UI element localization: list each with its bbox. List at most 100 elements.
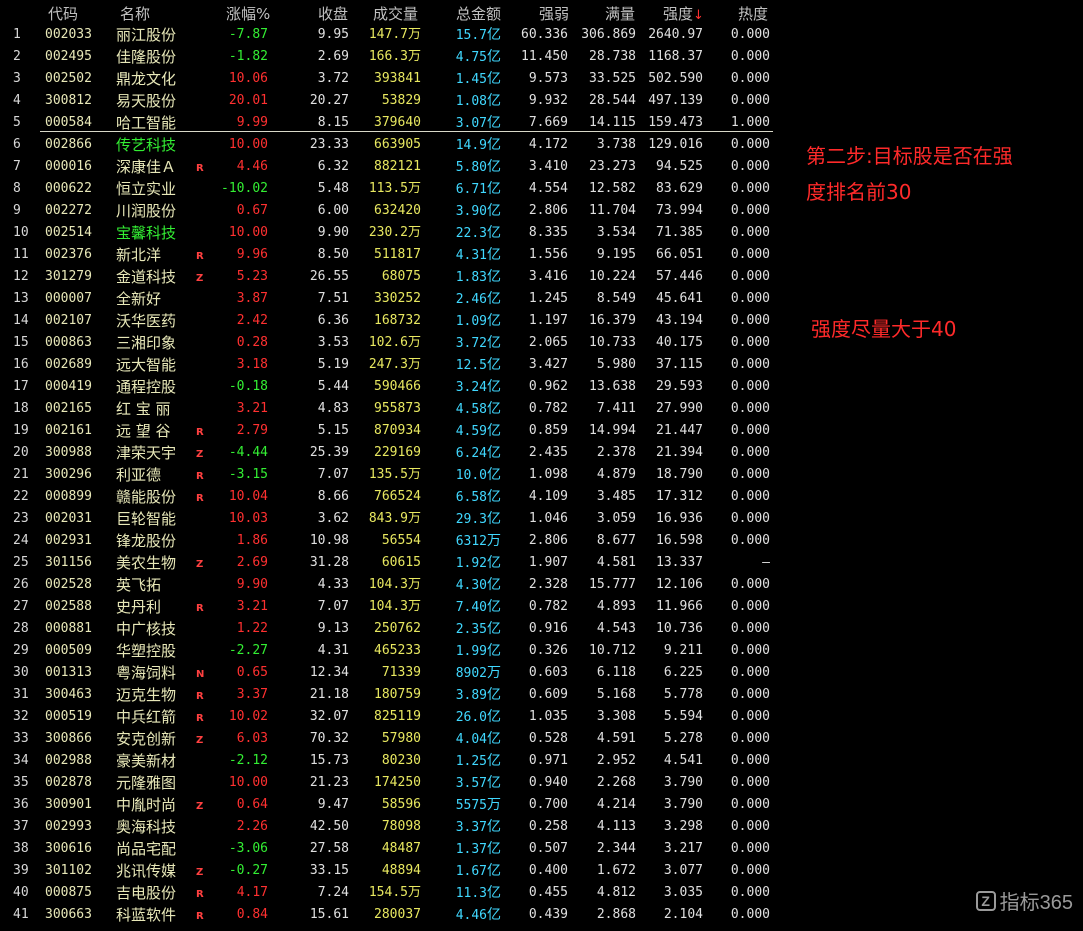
stock-tag-badge: Z bbox=[196, 559, 204, 570]
annotation-step2-line1: 第二步:目标股是否在强 bbox=[806, 144, 1013, 168]
full-volume-value: 9.195 bbox=[596, 247, 636, 262]
amount-value: 1.99 bbox=[455, 644, 487, 659]
volume-unit: 万 bbox=[407, 225, 421, 240]
column-header-name[interactable]: 名称 bbox=[120, 3, 150, 24]
table-row[interactable]: 35 002878 元隆雅图 10.00 21.23 174250 3.57亿 0.940 2.… bbox=[0, 772, 780, 794]
table-row[interactable]: 32 000519 中兵红箭 R 10.02 32.07 825119 26.0亿 1.035 3… bbox=[0, 706, 780, 728]
strength-value: 1168.37 bbox=[648, 49, 703, 64]
amount-unit: 亿 bbox=[487, 335, 501, 351]
strength-weak-value: 9.932 bbox=[528, 93, 568, 108]
table-row[interactable]: 6 002866 传艺科技 10.00 23.33 663905 14.9亿 4.172 3.7… bbox=[0, 134, 780, 156]
table-row[interactable]: 13 000007 全新好 3.87 7.51 330252 2.46亿 1.245 8.549… bbox=[0, 288, 780, 310]
full-volume-value: 28.544 bbox=[589, 93, 636, 108]
table-row[interactable]: 34 002988 豪美新材 -2.12 15.73 80230 1.25亿 0.971 2.9… bbox=[0, 750, 780, 772]
table-row[interactable]: 37 002993 奥海科技 2.26 42.50 78098 3.37亿 0.258 4.11… bbox=[0, 816, 780, 838]
table-row[interactable]: 22 000899 赣能股份 R 10.04 8.66 766524 6.58亿 4.109 3.… bbox=[0, 486, 780, 508]
amount-value: 14.9 bbox=[455, 138, 487, 153]
change-pct: -1.82 bbox=[228, 49, 268, 64]
table-row[interactable]: 39 301102 兆讯传媒 Z -0.27 33.15 48894 1.67亿 0.400 1.… bbox=[0, 860, 780, 882]
row-index: 16 bbox=[13, 357, 29, 372]
table-row[interactable]: 20 300988 津荣天宇 Z -4.44 25.39 229169 6.24亿 2.435 2… bbox=[0, 442, 780, 464]
table-row[interactable]: 10 002514 宝馨科技 10.00 9.90 230.2万 22.3亿 8.335 3.5… bbox=[0, 222, 780, 244]
column-header-amount[interactable]: 总金额 bbox=[456, 3, 501, 24]
table-row[interactable]: 17 000419 通程控股 -0.18 5.44 590466 3.24亿 0.962 13.… bbox=[0, 376, 780, 398]
table-row[interactable]: 25 301156 美农生物 Z 2.69 31.28 60615 1.92亿 1.907 4.5… bbox=[0, 552, 780, 574]
table-row[interactable]: 33 300866 安克创新 Z 6.03 70.32 57980 4.04亿 0.528 4.5… bbox=[0, 728, 780, 750]
heat-value: 0.000 bbox=[730, 863, 770, 878]
table-row[interactable]: 29 000509 华塑控股 -2.27 4.31 465233 1.99亿 0.326 10.… bbox=[0, 640, 780, 662]
volume-value: 955873 bbox=[374, 401, 421, 416]
amount: 3.24亿 bbox=[456, 376, 501, 399]
strength-value: 43.194 bbox=[656, 313, 703, 328]
strength-value: 3.298 bbox=[663, 819, 703, 834]
strength-weak-value: 3.427 bbox=[528, 357, 568, 372]
column-header-strength-weak[interactable]: 强弱 bbox=[539, 3, 569, 24]
amount: 4.59亿 bbox=[456, 420, 501, 443]
table-row[interactable]: 3 002502 鼎龙文化 10.06 3.72 393841 1.45亿 9.573 33.5… bbox=[0, 68, 780, 90]
table-row[interactable]: 41 300663 科蓝软件 R 0.84 15.61 280037 4.46亿 0.439 2.… bbox=[0, 904, 780, 926]
stock-tag-badge: Z bbox=[196, 867, 204, 878]
amount-unit: 亿 bbox=[487, 93, 501, 109]
table-row[interactable]: 21 300296 利亚德 R -3.15 7.07 135.5万 10.0亿 1.098 4.8… bbox=[0, 464, 780, 486]
table-row[interactable]: 36 300901 中胤时尚 Z 0.64 9.47 58596 5575万 0.700 4.21… bbox=[0, 794, 780, 816]
column-header-change-pct[interactable]: 涨幅% bbox=[226, 3, 270, 24]
change-pct: 3.87 bbox=[236, 291, 268, 306]
strength-weak-value: 9.573 bbox=[528, 71, 568, 86]
table-row[interactable]: 26 002528 英飞拓 9.90 4.33 104.3万 4.30亿 2.328 15.77… bbox=[0, 574, 780, 596]
table-row[interactable]: 7 000016 深康佳Ａ R 4.46 6.32 882121 5.80亿 3.410 23.2… bbox=[0, 156, 780, 178]
table-row[interactable]: 11 002376 新北洋 R 9.96 8.50 511817 4.31亿 1.556 9.19… bbox=[0, 244, 780, 266]
table-row[interactable]: 31 300463 迈克生物 R 3.37 21.18 180759 3.89亿 0.609 5.… bbox=[0, 684, 780, 706]
row-index: 26 bbox=[13, 577, 29, 592]
table-row[interactable]: 14 002107 沃华医药 2.42 6.36 168732 1.09亿 1.197 16.3… bbox=[0, 310, 780, 332]
volume-value: 766524 bbox=[374, 489, 421, 504]
amount: 26.0亿 bbox=[456, 706, 501, 729]
strength-weak-value: 1.907 bbox=[528, 555, 568, 570]
volume-unit: 万 bbox=[407, 467, 421, 482]
table-row[interactable]: 9 002272 川润股份 0.67 6.00 632420 3.90亿 2.806 11.70… bbox=[0, 200, 780, 222]
table-row[interactable]: 2 002495 佳隆股份 -1.82 2.69 166.3万 4.75亿 11.450 28.… bbox=[0, 46, 780, 68]
change-pct: -2.12 bbox=[228, 753, 268, 768]
stock-name: 三湘印象 bbox=[116, 334, 177, 352]
amount-value: 1.92 bbox=[455, 556, 487, 571]
table-row[interactable]: 19 002161 远 望 谷 R 2.79 5.15 870934 4.59亿 0.859 14… bbox=[0, 420, 780, 442]
change-pct: -0.18 bbox=[228, 379, 268, 394]
table-row[interactable]: 15 000863 三湘印象 0.28 3.53 102.6万 3.72亿 2.065 10.7… bbox=[0, 332, 780, 354]
column-header-heat[interactable]: 热度 bbox=[738, 3, 768, 24]
table-row[interactable]: 4 300812 易天股份 20.01 20.27 53829 1.08亿 9.932 28.5… bbox=[0, 90, 780, 112]
stock-code: 002376 bbox=[45, 247, 92, 262]
table-row[interactable]: 12 301279 金道科技 Z 5.23 26.55 68075 1.83亿 3.416 10.… bbox=[0, 266, 780, 288]
close-price: 9.13 bbox=[317, 621, 349, 636]
stock-name: 中兵红箭 bbox=[116, 708, 177, 726]
amount-unit: 亿 bbox=[487, 49, 501, 65]
column-header-full[interactable]: 满量 bbox=[605, 3, 635, 24]
amount-unit: 亿 bbox=[487, 379, 501, 395]
table-row[interactable]: 38 300616 尚品宅配 -3.06 27.58 48487 1.37亿 0.507 2.3… bbox=[0, 838, 780, 860]
stock-name: 金道科技 bbox=[116, 268, 177, 286]
stock-code: 300616 bbox=[45, 841, 92, 856]
column-header-volume[interactable]: 成交量 bbox=[373, 3, 418, 24]
column-header-close[interactable]: 收盘 bbox=[318, 3, 348, 24]
stock-code: 002689 bbox=[45, 357, 92, 372]
change-pct: 10.02 bbox=[228, 709, 268, 724]
table-row[interactable]: 27 002588 史丹利 R 3.21 7.07 104.3万 7.40亿 0.782 4.89… bbox=[0, 596, 780, 618]
table-row[interactable]: 30 001313 粤海饲料 N 0.65 12.34 71339 8902万 0.603 6.1… bbox=[0, 662, 780, 684]
table-row[interactable]: 16 002689 远大智能 3.18 5.19 247.3万 12.5亿 3.427 5.98… bbox=[0, 354, 780, 376]
table-row[interactable]: 24 002931 锋龙股份 1.86 10.98 56554 6312万 2.806 8.67… bbox=[0, 530, 780, 552]
table-row[interactable]: 1 002033 丽江股份 -7.87 9.95 147.7万 15.7亿 60.336 306… bbox=[0, 24, 780, 46]
table-row[interactable]: 8 000622 恒立实业 -10.02 5.48 113.5万 6.71亿 4.554 12.… bbox=[0, 178, 780, 200]
table-row[interactable]: 23 002031 巨轮智能 10.03 3.62 843.9万 29.3亿 1.046 3.0… bbox=[0, 508, 780, 530]
amount-value: 6312 bbox=[455, 534, 487, 549]
column-header-code[interactable]: 代码 bbox=[48, 3, 78, 24]
table-row[interactable]: 28 000881 中广核技 1.22 9.13 250762 2.35亿 0.916 4.54… bbox=[0, 618, 780, 640]
strength-value: 13.337 bbox=[656, 555, 703, 570]
stock-tag-badge: R bbox=[196, 911, 204, 922]
amount: 11.3亿 bbox=[456, 882, 501, 905]
change-pct: 4.46 bbox=[236, 159, 268, 174]
strength-weak-value: 1.245 bbox=[528, 291, 568, 306]
table-row[interactable]: 40 000875 吉电股份 R 4.17 7.24 154.5万 11.3亿 0.455 4.8… bbox=[0, 882, 780, 904]
stock-code: 000419 bbox=[45, 379, 92, 394]
amount: 1.45亿 bbox=[456, 68, 501, 91]
table-row[interactable]: 18 002165 红 宝 丽 3.21 4.83 955873 4.58亿 0.782 7.4… bbox=[0, 398, 780, 420]
column-header-strength[interactable]: 强度↓ bbox=[663, 3, 704, 24]
full-volume-value: 28.738 bbox=[589, 49, 636, 64]
